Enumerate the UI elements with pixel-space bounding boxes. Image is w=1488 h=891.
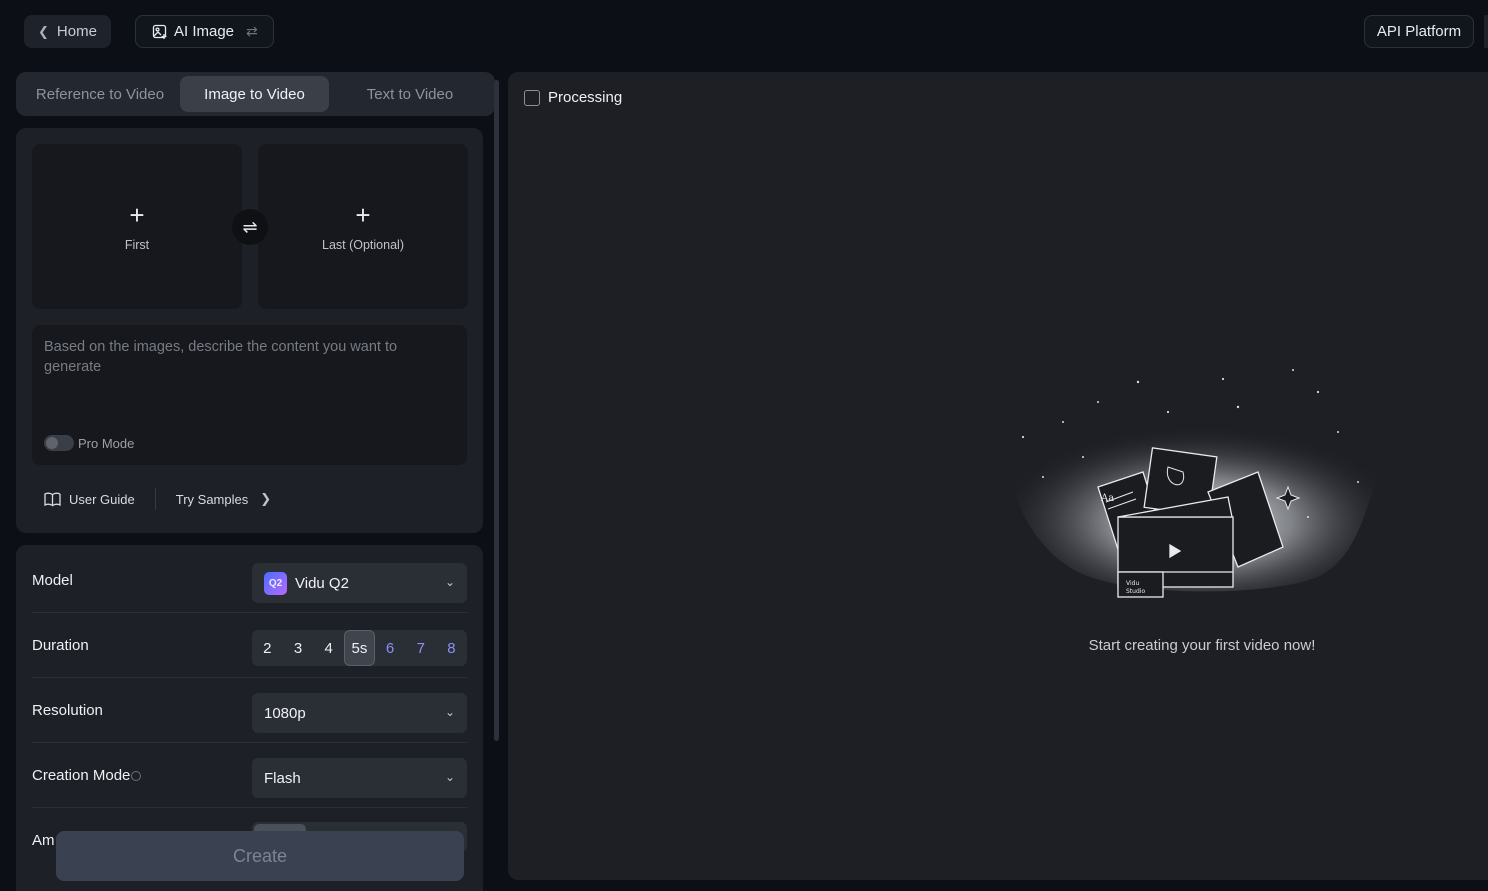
resolution-value: 1080p [264,704,306,722]
empty-state-illustration: Aa Vidu Studio [1011,369,1388,598]
image-sparkle-icon [152,24,167,39]
vidu-q2-badge-icon: Q2 [264,571,287,595]
input-panel: + First + Last (Optional) ⇌ Based on the… [16,128,483,533]
create-button[interactable]: Create [56,831,464,881]
duration-selector: 2 3 4 5s 6 7 8 [252,630,467,666]
first-frame-label: First [124,237,150,252]
swap-icon: ⇄ [246,23,258,39]
processing-label: Processing [548,89,623,106]
ai-image-label: AI Image [174,23,235,40]
duration-option-5s[interactable]: 5s [344,630,375,666]
resolution-label: Resolution [32,702,103,719]
tab-image-to-video[interactable]: Image to Video [180,76,329,112]
home-label: Home [56,23,97,40]
left-panel-scrollbar[interactable] [494,80,499,741]
last-frame-upload[interactable]: + Last (Optional) [258,144,468,309]
try-samples-link[interactable]: Try Samples [176,492,248,507]
first-frame-upload[interactable]: + First [32,144,242,309]
resolution-row: Resolution 1080p ⌄ [32,678,467,743]
creation-mode-select[interactable]: Flash ⌄ [252,758,467,798]
prompt-input[interactable]: Based on the images, describe the conten… [32,325,467,465]
illus-brand-1: Vidu [1126,580,1139,587]
chevron-down-icon: ⌄ [444,705,455,719]
processing-checkbox[interactable] [524,89,540,106]
pro-mode-label: Pro Mode [78,435,135,451]
empty-state-message: Start creating your first video now! [1088,637,1316,654]
creation-mode-value: Flash [264,769,301,787]
duration-option-3[interactable]: 3 [283,630,314,666]
chevron-right-icon: ❯ [260,491,272,506]
swap-frames-button[interactable]: ⇌ [232,209,268,245]
mode-tabs: Reference to Video Image to Video Text t… [16,72,495,116]
swap-arrows-icon: ⇌ [242,216,258,237]
book-icon [44,492,61,507]
api-platform-button[interactable]: API Platform [1364,15,1474,48]
partial-setting-label: Am [32,832,55,849]
help-links: User Guide Try Samples ❯ [44,488,271,510]
chevron-down-icon: ⌄ [444,575,455,589]
tab-text-to-video[interactable]: Text to Video [329,76,491,112]
divider [154,488,156,510]
duration-row: Duration 2 3 4 5s 6 7 8 [32,613,467,678]
top-bar: ❮ Home AI Image ⇄ API Platform [0,0,1488,64]
illus-brand-2: Studio [1126,588,1145,595]
duration-option-6[interactable]: 6 [375,630,406,666]
duration-option-2[interactable]: 2 [252,630,283,666]
last-frame-label: Last (Optional) [322,237,404,252]
chevron-down-icon: ⌄ [444,770,455,784]
plus-icon: + [355,199,371,230]
duration-option-4[interactable]: 4 [313,630,344,666]
model-label: Model [32,572,73,589]
illus-card-text: Aa [1100,493,1114,504]
tab-reference-to-video[interactable]: Reference to Video [20,76,180,112]
plus-icon: + [129,199,145,230]
duration-label: Duration [32,637,89,654]
creation-mode-label: Creation Mode [32,767,131,784]
pro-mode-toggle[interactable] [44,435,74,451]
creation-mode-label-wrap: Creation Mode [32,743,142,808]
ai-image-button[interactable]: AI Image ⇄ [135,15,274,48]
user-guide-link[interactable]: User Guide [69,492,135,507]
prompt-placeholder: Based on the images, describe the conten… [44,339,398,375]
info-icon[interactable] [131,770,142,781]
chevron-left-icon: ❮ [38,23,49,39]
resolution-select[interactable]: 1080p ⌄ [252,693,467,733]
model-select[interactable]: Q2 Vidu Q2 ⌄ [252,563,467,603]
pro-mode-row: Pro Mode [44,435,134,451]
duration-option-7[interactable]: 7 [405,630,436,666]
api-platform-label: API Platform [1376,23,1462,40]
edge-button-partial[interactable] [1484,15,1488,48]
results-area: Processing Aa Vidu Studio Start creating… [508,72,1488,880]
model-value: Vidu Q2 [295,574,349,592]
home-button[interactable]: ❮ Home [24,15,111,48]
duration-option-8[interactable]: 8 [436,630,467,666]
creation-mode-row: Creation Mode Flash ⌄ [32,743,467,808]
processing-filter[interactable]: Processing [524,89,622,106]
model-row: Model Q2 Vidu Q2 ⌄ [32,548,467,613]
